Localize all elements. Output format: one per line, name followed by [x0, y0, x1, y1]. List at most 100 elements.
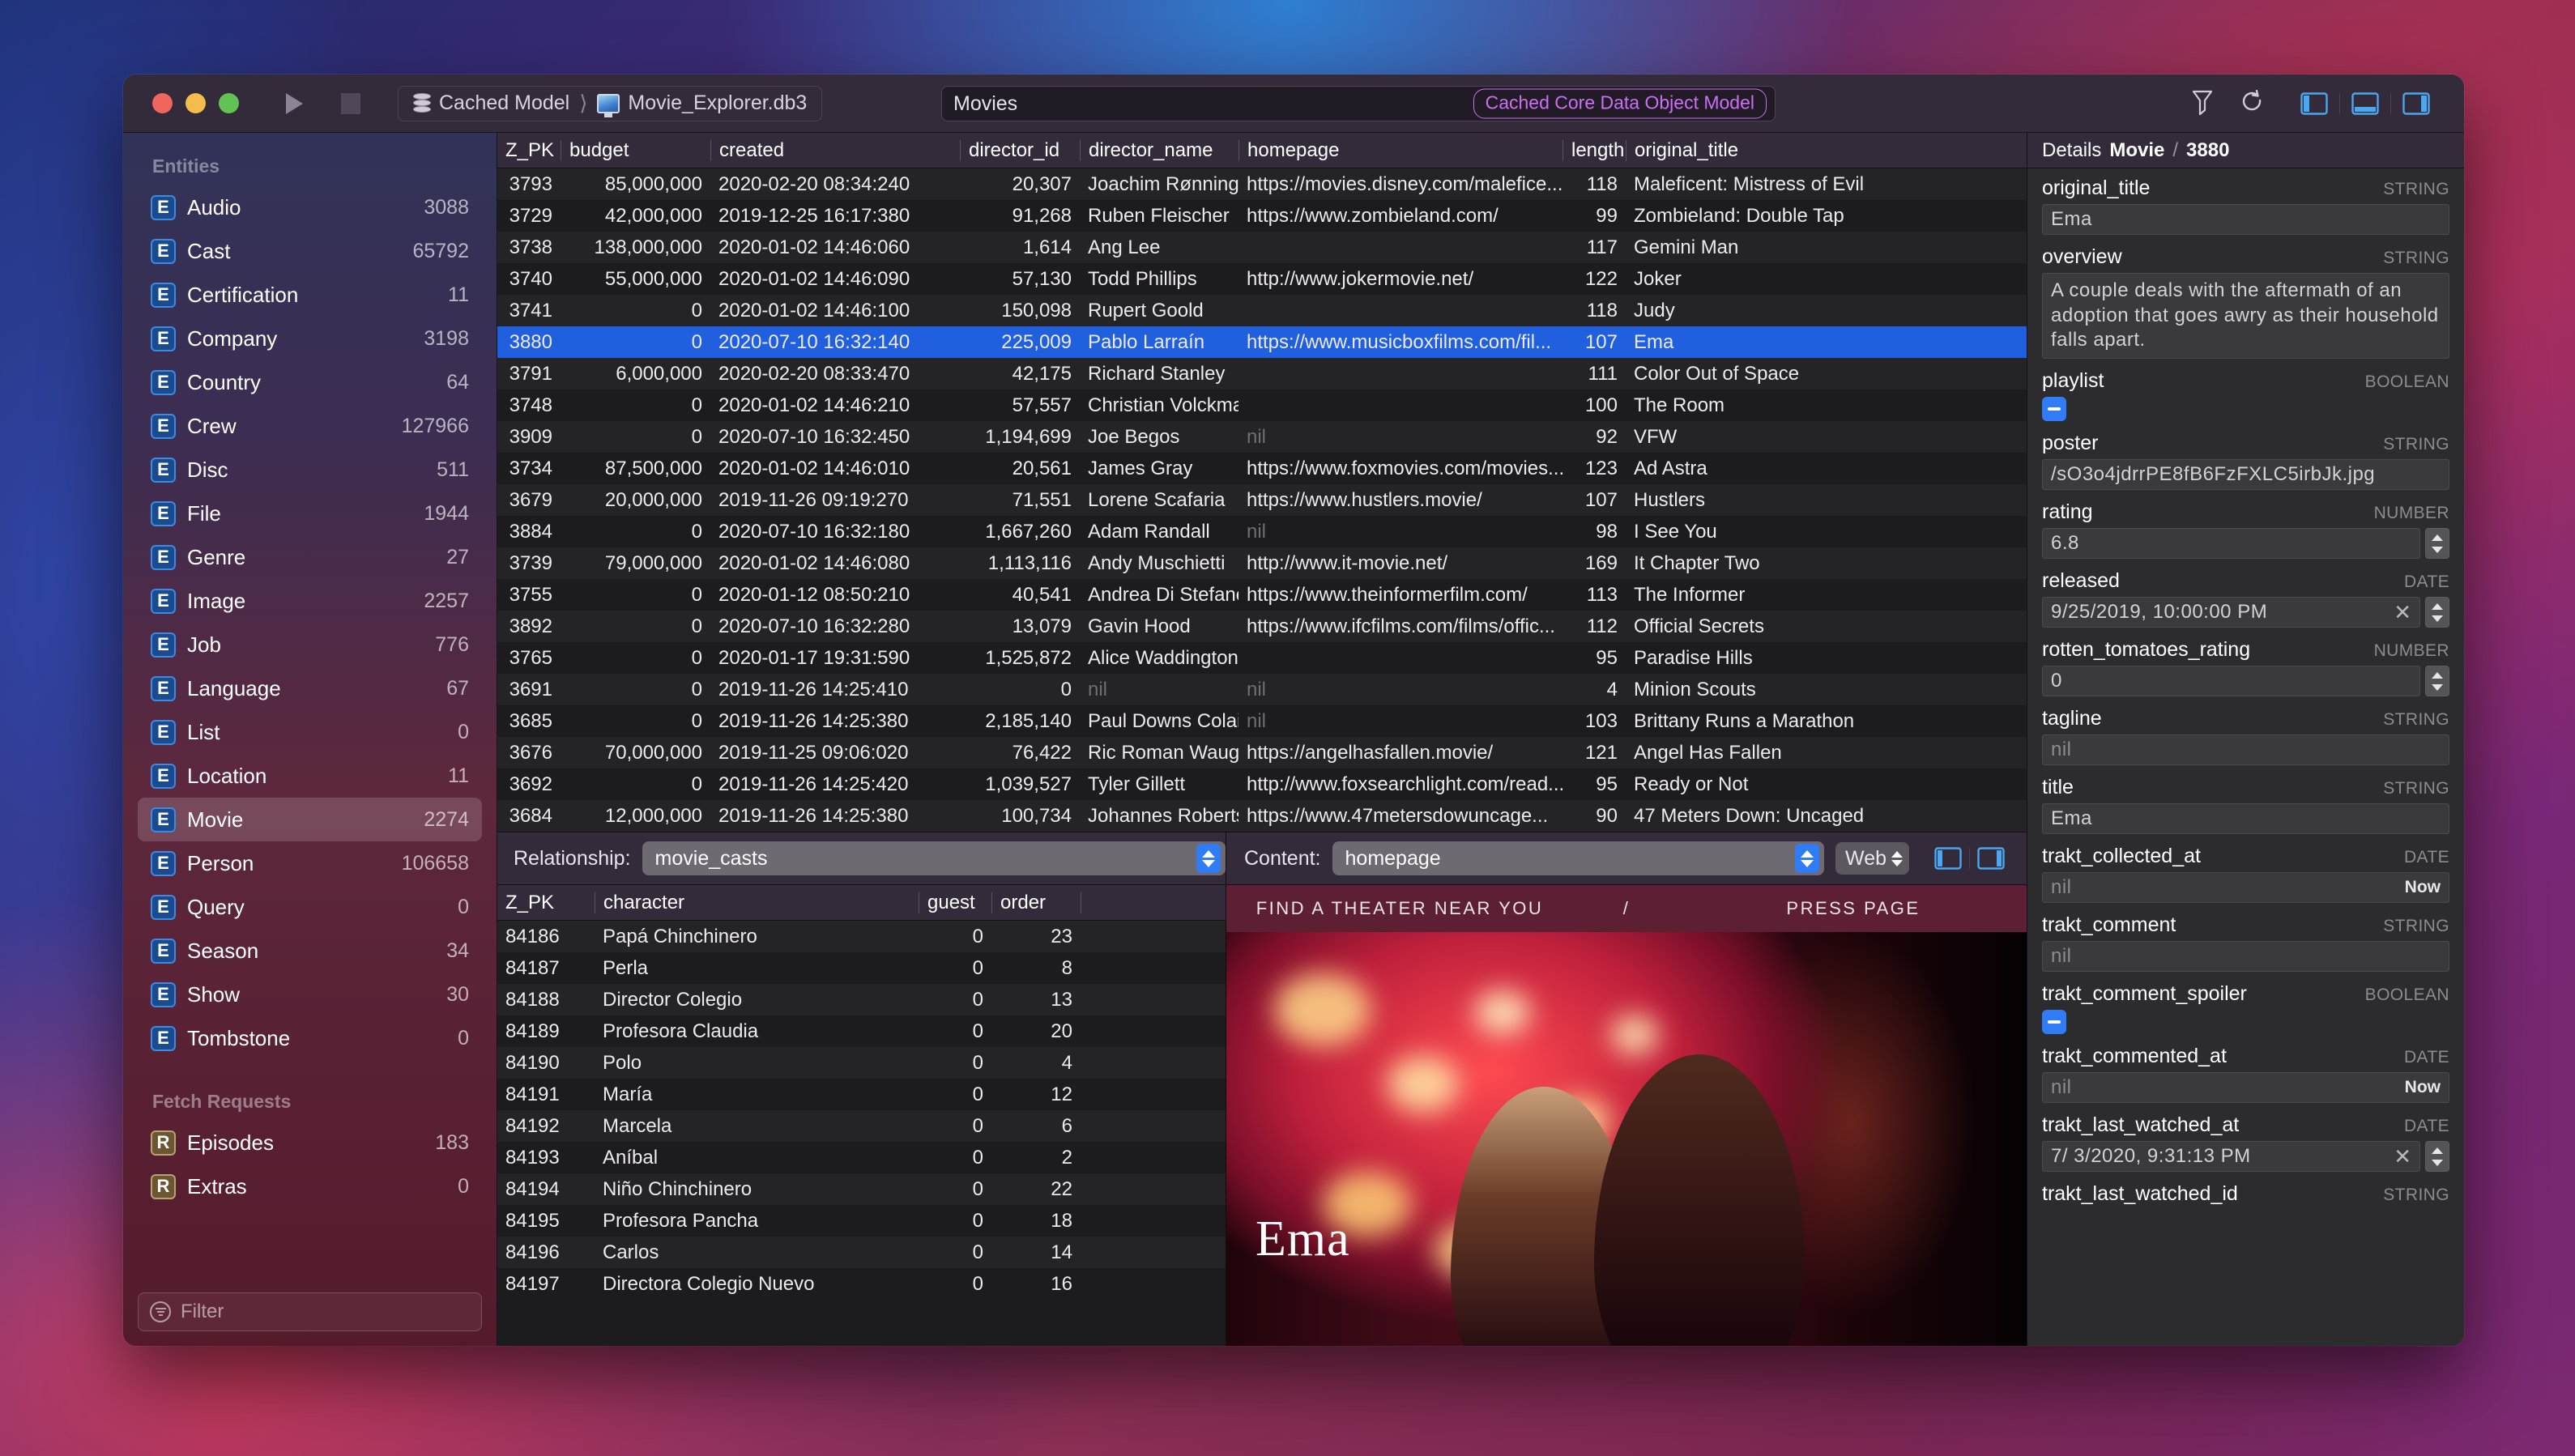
sidebar-item-location[interactable]: E Location 11: [138, 754, 482, 798]
split-left-icon[interactable]: [1927, 841, 1969, 876]
detail-field-input[interactable]: 6.8: [2042, 528, 2420, 560]
table-row[interactable]: 3791 6,000,000 2020-02-20 08:33:470 42,175 R…: [497, 358, 2027, 390]
now-button[interactable]: Now: [2405, 878, 2441, 897]
table-row[interactable]: 84186 Papá Chinchinero 0 23: [497, 921, 1226, 952]
content-mode-select[interactable]: Web: [1835, 842, 1909, 875]
sidebar-item-movie[interactable]: E Movie 2274: [138, 798, 482, 841]
split-right-icon[interactable]: [1970, 841, 2012, 876]
detail-field-input[interactable]: 0: [2042, 666, 2420, 697]
minimize-button[interactable]: [185, 93, 206, 113]
stepper-down-icon[interactable]: [2432, 615, 2443, 622]
refresh-icon[interactable]: [2228, 83, 2278, 125]
table-row[interactable]: 84197 Directora Colegio Nuevo 0 16: [497, 1268, 1226, 1300]
sidebar-item-person[interactable]: E Person 106658: [138, 841, 482, 885]
detail-field-input[interactable]: nil: [2042, 734, 2449, 766]
search-input[interactable]: Movies Cached Core Data Object Model: [941, 86, 1776, 121]
table-row[interactable]: 3684 12,000,000 2019-11-26 14:25:380 100,73…: [497, 800, 2027, 832]
detail-field-input[interactable]: nil Now: [2042, 872, 2449, 904]
sidebar-item-list[interactable]: E List 0: [138, 710, 482, 754]
column-header-length[interactable]: length: [1562, 139, 1626, 161]
sidebar-item-crew[interactable]: E Crew 127966: [138, 404, 482, 448]
detail-field-checkbox[interactable]: [2042, 397, 2066, 422]
filter-icon[interactable]: [2177, 83, 2228, 125]
column-header-z-pk[interactable]: Z_PK: [497, 140, 561, 161]
web-nav-theater-link[interactable]: FIND A THEATER NEAR YOU: [1254, 898, 1545, 919]
table-row[interactable]: 84190 Polo 0 4: [497, 1047, 1226, 1079]
sidebar-item-country[interactable]: E Country 64: [138, 360, 482, 404]
zoom-button[interactable]: [219, 93, 239, 113]
play-button[interactable]: [275, 87, 313, 120]
table-row[interactable]: 3755 0 2020-01-12 08:50:210 40,541 Andrea Di…: [497, 579, 2027, 611]
sidebar-item-file[interactable]: E File 1944: [138, 492, 482, 535]
table-row[interactable]: 3679 20,000,000 2019-11-26 09:19:270 71,551…: [497, 484, 2027, 516]
table-row[interactable]: 3880 0 2020-07-10 16:32:140 225,009 Pablo La…: [497, 326, 2027, 358]
table-row[interactable]: 84188 Director Colegio 0 13: [497, 984, 1226, 1015]
detail-field-input[interactable]: nil: [2042, 941, 2449, 973]
stepper-up-icon[interactable]: [2432, 1147, 2443, 1154]
close-button[interactable]: [152, 93, 173, 113]
sidebar-item-disc[interactable]: E Disc 511: [138, 448, 482, 492]
stepper-control[interactable]: [2425, 666, 2449, 697]
table-row[interactable]: 3793 85,000,000 2020-02-20 08:34:240 20,307…: [497, 168, 2027, 200]
stepper-control[interactable]: [2425, 528, 2449, 560]
sidebar-item-audio[interactable]: E Audio 3088: [138, 185, 482, 229]
column-header-homepage[interactable]: homepage: [1238, 139, 1562, 161]
column-header-budget[interactable]: budget: [561, 139, 710, 161]
table-row[interactable]: 3676 70,000,000 2019-11-25 09:06:020 76,422…: [497, 737, 2027, 768]
sidebar-item-image[interactable]: E Image 2257: [138, 579, 482, 623]
table-row[interactable]: 84196 Carlos 0 14: [497, 1237, 1226, 1268]
sidebar-item-query[interactable]: E Query 0: [138, 885, 482, 929]
detail-field-checkbox[interactable]: [2042, 1010, 2066, 1035]
table-row[interactable]: 3741 0 2020-01-02 14:46:100 150,098 Rupert G…: [497, 295, 2027, 326]
filter-input[interactable]: Filter: [138, 1292, 482, 1331]
stepper-control[interactable]: [2425, 1141, 2449, 1173]
column-header-director-name[interactable]: director_name: [1080, 139, 1238, 161]
detail-field-input[interactable]: Ema: [2042, 204, 2449, 235]
sidebar-item-language[interactable]: E Language 67: [138, 666, 482, 710]
table-row[interactable]: 3685 0 2019-11-26 14:25:380 2,185,140 Paul D…: [497, 705, 2027, 737]
left-panel-icon[interactable]: [2289, 83, 2339, 125]
sidebar-item-tombstone[interactable]: E Tombstone 0: [138, 1016, 482, 1060]
table-row[interactable]: 3739 79,000,000 2020-01-02 14:46:080 1,113,…: [497, 547, 2027, 579]
column-header-created[interactable]: created: [710, 139, 960, 161]
sidebar-item-extras[interactable]: R Extras 0: [138, 1164, 482, 1208]
breadcrumb[interactable]: Cached Model ⟩ Movie_Explorer.db3: [398, 85, 823, 121]
table-row[interactable]: 3748 0 2020-01-02 14:46:210 57,557 Christian…: [497, 390, 2027, 421]
stepper-up-icon[interactable]: [2432, 602, 2443, 610]
detail-field-input[interactable]: Ema: [2042, 803, 2449, 835]
sidebar-item-episodes[interactable]: R Episodes 183: [138, 1121, 482, 1164]
table-row[interactable]: 3909 0 2020-07-10 16:32:450 1,194,699 Joe Be…: [497, 421, 2027, 453]
table-row[interactable]: 84195 Profesora Pancha 0 18: [497, 1205, 1226, 1237]
column-header-order[interactable]: order: [991, 892, 1081, 913]
table-row[interactable]: 3740 55,000,000 2020-01-02 14:46:090 57,130…: [497, 263, 2027, 295]
sidebar-item-cast[interactable]: E Cast 65792: [138, 229, 482, 273]
table-row[interactable]: 84187 Perla 0 8: [497, 952, 1226, 984]
relationship-select[interactable]: movie_casts: [642, 841, 1226, 875]
table-row[interactable]: 3738 138,000,000 2020-01-02 14:46:060 1,614…: [497, 232, 2027, 263]
table-row[interactable]: 84193 Aníbal 0 2: [497, 1142, 1226, 1173]
table-row[interactable]: 84194 Niño Chinchinero 0 22: [497, 1173, 1226, 1205]
column-header-z-pk[interactable]: Z_PK: [497, 892, 595, 913]
sidebar-item-certification[interactable]: E Certification 11: [138, 273, 482, 317]
sidebar-item-company[interactable]: E Company 3198: [138, 317, 482, 360]
content-select[interactable]: homepage: [1332, 841, 1825, 875]
table-row[interactable]: 3892 0 2020-07-10 16:32:280 13,079 Gavin Hoo…: [497, 611, 2027, 642]
table-row[interactable]: 3765 0 2020-01-17 19:31:590 1,525,872 Alice …: [497, 642, 2027, 674]
web-content-view[interactable]: FIND A THEATER NEAR YOU / PRESS PAGE Ema: [1226, 885, 2027, 1346]
stepper-down-icon[interactable]: [2432, 683, 2443, 691]
column-header-character[interactable]: character: [595, 892, 919, 913]
sidebar-item-show[interactable]: E Show 30: [138, 973, 482, 1016]
column-header-guest[interactable]: guest: [919, 892, 991, 913]
stepper-down-icon[interactable]: [2432, 546, 2443, 553]
sidebar-item-genre[interactable]: E Genre 27: [138, 535, 482, 579]
now-button[interactable]: Now: [2405, 1078, 2441, 1097]
sidebar-item-job[interactable]: E Job 776: [138, 623, 482, 666]
table-row[interactable]: 3692 0 2019-11-26 14:25:420 1,039,527 Tyler …: [497, 768, 2027, 800]
detail-field-input[interactable]: 9/25/2019, 10:00:00 PM ✕: [2042, 597, 2420, 628]
detail-field-input[interactable]: /sO3o4jdrrPE8fB6FzFXLC5irbJk.jpg: [2042, 459, 2449, 491]
stepper-down-icon[interactable]: [2432, 1159, 2443, 1166]
breadcrumb-model[interactable]: Cached Model: [439, 92, 569, 115]
table-row[interactable]: 3729 42,000,000 2019-12-25 16:17:380 91,268…: [497, 200, 2027, 232]
table-row[interactable]: 3884 0 2020-07-10 16:32:180 1,667,260 Adam R…: [497, 516, 2027, 547]
table-row[interactable]: 84189 Profesora Claudia 0 20: [497, 1015, 1226, 1047]
